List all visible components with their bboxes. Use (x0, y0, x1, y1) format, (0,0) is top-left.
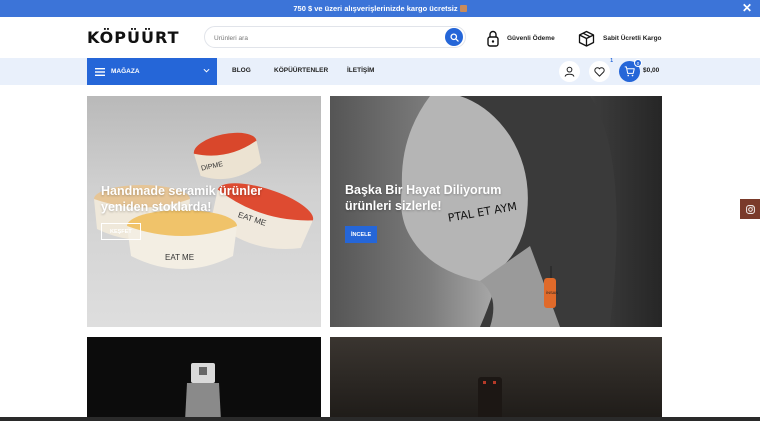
main-nav: MAĞAZA BLOG KÖPÜÜRTENLER İLETİŞİM 1 0 $0… (0, 58, 760, 85)
bottle-image (185, 363, 221, 421)
feature-label: Güvenli Ödeme (507, 34, 555, 42)
search-button[interactable] (445, 28, 463, 46)
cart-total[interactable]: $0,00 (643, 67, 659, 74)
cart-icon (624, 66, 635, 77)
candle-image (478, 377, 502, 421)
search-input[interactable] (214, 28, 439, 49)
promo-text: 750 $ ve üzeri alışverişlerinizde kargo … (293, 4, 458, 13)
banner-title: Handmade seramik ürünler yeniden stoklar… (101, 184, 263, 214)
wishlist-count-badge: 1 (610, 58, 613, 64)
instagram-icon (745, 204, 755, 214)
cart-button[interactable]: 0 (619, 59, 642, 82)
nav-link-kopuurtenler[interactable]: KÖPÜÜRTENLER (274, 67, 328, 74)
feature-secure-payment: Güvenli Ödeme (487, 28, 555, 48)
banner-product-dark[interactable] (87, 337, 321, 421)
banner-product-brown[interactable] (330, 337, 662, 421)
box-icon (578, 30, 595, 47)
search-icon (449, 32, 459, 42)
close-icon[interactable]: ✕ (742, 2, 752, 14)
account-button[interactable] (559, 61, 580, 82)
instagram-side-tab[interactable] (740, 199, 760, 219)
banner-ceramics[interactable]: DIPME EAT ME EAT ME Handmade seramik ürü… (87, 96, 321, 327)
category-menu-label: MAĞAZA (111, 68, 140, 75)
page: 750 $ ve üzeri alışverişlerinizde kargo … (0, 0, 760, 421)
lock-icon (487, 30, 499, 47)
search-box (204, 26, 466, 49)
nav-link-blog[interactable]: BLOG (232, 67, 251, 74)
feature-flat-shipping: Sabit Ücretli Kargo (578, 28, 662, 48)
bottom-scroll-edge (0, 417, 760, 421)
user-icon (564, 66, 575, 77)
inspect-button[interactable]: İNCELE (345, 226, 378, 243)
category-menu-button[interactable]: MAĞAZA (87, 58, 217, 85)
svg-text:EAT ME: EAT ME (165, 253, 194, 262)
wishlist-button[interactable]: 1 (589, 58, 613, 82)
header: KÖPÜÜRT Güvenli Ödeme (0, 17, 760, 58)
hamburger-icon (95, 67, 105, 76)
logo[interactable]: KÖPÜÜRT (87, 28, 180, 47)
promo-bar: 750 $ ve üzeri alışverişlerinizde kargo … (0, 0, 760, 17)
nav-link-iletisim[interactable]: İLETİŞİM (347, 67, 374, 74)
heart-icon (594, 66, 605, 77)
banner-portrait[interactable]: PTAL ET AYM İNSAN Başka Bir Hayat Diliyo… (330, 96, 662, 327)
banner-title: Başka Bir Hayat Diliyorum ürünleri sizle… (345, 183, 502, 213)
chevron-down-icon (203, 68, 210, 73)
discover-button[interactable]: KEŞFET (101, 223, 141, 240)
svg-text:İNSAN: İNSAN (546, 290, 558, 295)
cart-count-badge: 0 (634, 59, 642, 67)
feature-label: Sabit Ücretli Kargo (603, 34, 662, 42)
package-emoji-icon (459, 5, 467, 12)
